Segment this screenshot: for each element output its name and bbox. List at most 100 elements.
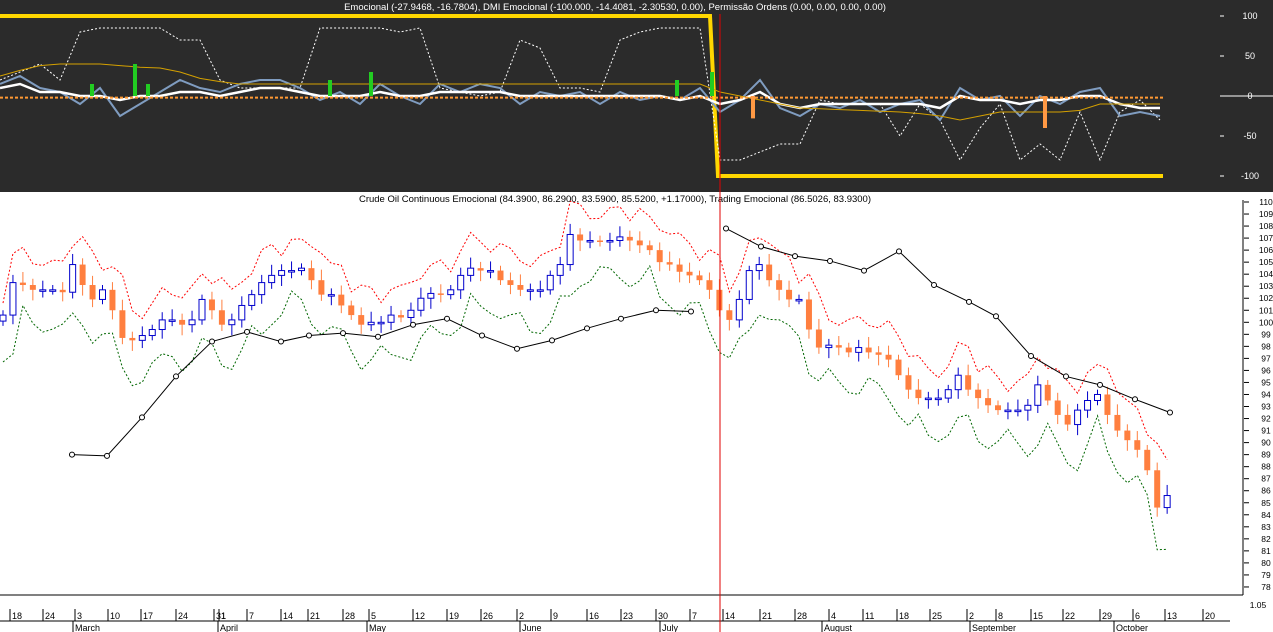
candle-down xyxy=(885,354,892,360)
candle-up xyxy=(288,270,296,273)
x-month-label: September xyxy=(972,623,1016,632)
candle-down xyxy=(865,347,872,353)
candle-up xyxy=(487,270,495,273)
candle-down xyxy=(726,310,733,320)
candle-down xyxy=(497,270,504,281)
x-day-label: 12 xyxy=(415,611,425,621)
x-month-label: July xyxy=(662,623,679,632)
candle-down xyxy=(358,315,365,325)
candle-up xyxy=(9,282,17,316)
candle-down xyxy=(1044,384,1051,401)
candle-up xyxy=(158,319,166,331)
candle-down xyxy=(666,262,673,265)
y-tick-label: 94 xyxy=(1261,389,1271,399)
x-day-label: 10 xyxy=(110,611,120,621)
y-tick-label: 79 xyxy=(1261,570,1271,580)
candle-up xyxy=(616,236,624,241)
candle-down xyxy=(577,234,584,241)
y-tick-label: 82 xyxy=(1261,534,1271,544)
candle-down xyxy=(1104,394,1111,415)
candle-up xyxy=(228,319,236,326)
x-month-label: June xyxy=(522,623,542,632)
candle-down xyxy=(995,405,1001,411)
trading-emocional-point xyxy=(931,282,937,289)
candle-up xyxy=(49,289,57,292)
candle-up xyxy=(278,270,286,276)
candle-down xyxy=(706,280,713,290)
candle-down xyxy=(815,329,822,348)
x-day-label: 15 xyxy=(1033,611,1043,621)
candle-down xyxy=(29,285,36,290)
candle-down xyxy=(19,282,26,286)
candle-up xyxy=(268,274,276,284)
candle-down xyxy=(786,289,793,300)
y-tick-label: 105 xyxy=(1259,257,1273,267)
candle-down xyxy=(517,285,524,290)
y-tick-label: 93 xyxy=(1261,402,1271,412)
trading-emocional-point xyxy=(104,452,110,459)
trading-chart[interactable]: 100500-50-100 11010910810710610510410310… xyxy=(0,0,1273,632)
candle-down xyxy=(109,289,116,311)
y-tick-label: 0 xyxy=(1247,91,1252,101)
y-tick-label: 96 xyxy=(1261,365,1271,375)
x-day-label: 24 xyxy=(45,611,55,621)
price-pane[interactable] xyxy=(0,192,1273,595)
trading-emocional-point xyxy=(723,225,729,232)
x-day-label: 18 xyxy=(12,611,22,621)
candle-up xyxy=(855,347,863,353)
candle-down xyxy=(845,347,852,353)
y-tick-label: 89 xyxy=(1261,450,1271,460)
x-day-label: 14 xyxy=(283,611,293,621)
candle-up xyxy=(188,319,196,326)
x-day-label: 2 xyxy=(969,611,974,621)
x-day-label: 7 xyxy=(692,611,697,621)
y-tick-label: 100 xyxy=(1242,11,1257,21)
candle-down xyxy=(905,375,912,390)
x-day-label: 5 xyxy=(371,611,376,621)
candle-down xyxy=(218,310,225,325)
candle-up xyxy=(566,233,574,266)
candle-down xyxy=(835,345,842,348)
candle-up xyxy=(168,319,176,322)
candle-up xyxy=(367,321,375,326)
candle-up xyxy=(69,264,77,293)
candle-up xyxy=(954,374,962,391)
candle-up xyxy=(536,289,544,292)
trading-emocional-point xyxy=(827,257,833,264)
trading-emocional-point xyxy=(549,337,555,344)
x-month-label: May xyxy=(369,623,387,632)
y-tick-label: 100 xyxy=(1259,317,1273,327)
y-tick-label: 104 xyxy=(1259,269,1273,279)
candle-down xyxy=(79,264,86,286)
trading-emocional-point xyxy=(173,373,179,380)
candle-up xyxy=(546,274,554,291)
x-month-label: October xyxy=(1116,623,1148,632)
x-month-label: April xyxy=(220,623,238,632)
x-day-label: 18 xyxy=(899,611,909,621)
y-tick-label: 99 xyxy=(1261,329,1271,339)
candle-up xyxy=(238,304,246,321)
candle-up xyxy=(755,264,763,272)
y-tick-label: 101 xyxy=(1259,305,1273,315)
x-day-label: 16 xyxy=(589,611,599,621)
x-day-label: 29 xyxy=(1102,611,1112,621)
trading-emocional-point xyxy=(1167,409,1173,416)
bottom-pane-tick-label: 1.05 xyxy=(1250,600,1267,610)
candle-down xyxy=(686,271,693,276)
y-tick-label: 97 xyxy=(1261,353,1271,363)
candle-up xyxy=(556,264,564,276)
candle-up xyxy=(0,314,7,322)
candle-down xyxy=(318,280,325,295)
trading-emocional-point xyxy=(69,451,75,458)
trading-emocional-point xyxy=(966,298,972,305)
histogram-bar xyxy=(369,72,373,96)
y-tick-label: 88 xyxy=(1261,462,1271,472)
candle-up xyxy=(1004,409,1012,413)
candle-down xyxy=(805,299,812,330)
candle-down xyxy=(895,359,902,376)
indicator-title: Emocional (-27.9468, -16.7804), DMI Emoc… xyxy=(344,2,886,13)
candle-up xyxy=(944,389,952,399)
candle-down xyxy=(129,337,136,341)
candle-up xyxy=(198,298,206,321)
trading-emocional-point xyxy=(514,345,520,352)
